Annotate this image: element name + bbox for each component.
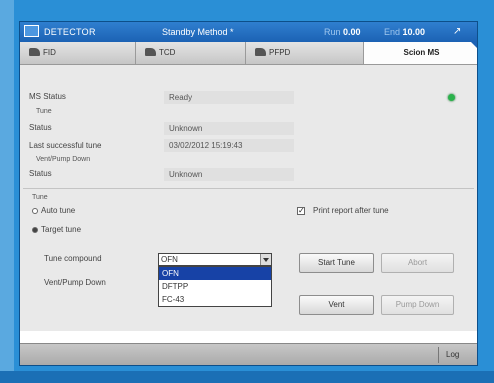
detector-window: DETECTOR Standby Method * Run 0.00 End 1… bbox=[19, 21, 478, 366]
tune-compound-dropdown: OFN DFTPP FC-43 bbox=[158, 266, 272, 307]
tune-section-label: Tune bbox=[32, 194, 48, 201]
tab-tcd[interactable]: TCD bbox=[136, 42, 246, 64]
ms-ready-indicator bbox=[448, 94, 455, 101]
app-title: DETECTOR bbox=[44, 27, 96, 37]
tab-label: PFPD bbox=[269, 48, 291, 57]
end-label: End bbox=[384, 27, 401, 37]
chevron-down-icon[interactable] bbox=[260, 254, 271, 265]
method-name: Standby Method * bbox=[162, 27, 234, 37]
detector-app-icon bbox=[24, 25, 39, 37]
status-bar: Log bbox=[20, 343, 477, 365]
tab-fid[interactable]: FID bbox=[20, 42, 136, 64]
last-tune-value: 03/02/2012 15:19:43 bbox=[164, 139, 294, 152]
section-divider bbox=[23, 188, 474, 189]
title-bar: DETECTOR Standby Method * Run 0.00 End 1… bbox=[20, 22, 477, 42]
vent-status-label: Status bbox=[29, 169, 52, 178]
tune-status-label: Status bbox=[29, 123, 52, 132]
tab-label: Scion MS bbox=[403, 48, 440, 57]
tab-corner-marker bbox=[471, 42, 477, 50]
last-tune-label: Last successful tune bbox=[29, 141, 102, 150]
dropdown-option-fc43[interactable]: FC-43 bbox=[159, 293, 271, 306]
network-status-icon: ↗ bbox=[453, 26, 462, 37]
auto-tune-radio[interactable] bbox=[32, 208, 38, 214]
detector-icon bbox=[255, 48, 266, 56]
pump-down-button[interactable]: Pump Down bbox=[381, 295, 454, 315]
vent-pump-section-label: Vent/Pump Down bbox=[44, 278, 106, 287]
tune-compound-value: OFN bbox=[161, 255, 178, 264]
run-time: Run 0.00 bbox=[324, 22, 361, 42]
tab-pfpd[interactable]: PFPD bbox=[246, 42, 364, 64]
print-report-label: Print report after tune bbox=[313, 206, 389, 215]
dropdown-option-dftpp[interactable]: DFTPP bbox=[159, 280, 271, 293]
start-tune-button[interactable]: Start Tune bbox=[299, 253, 374, 273]
vent-subsection-label: Vent/Pump Down bbox=[36, 156, 91, 163]
vent-button[interactable]: Vent bbox=[299, 295, 374, 315]
tune-compound-label: Tune compound bbox=[44, 254, 102, 263]
abort-button[interactable]: Abort bbox=[381, 253, 454, 273]
auto-tune-label: Auto tune bbox=[41, 206, 76, 215]
log-button[interactable]: Log bbox=[446, 344, 459, 365]
tune-compound-select[interactable]: OFN bbox=[158, 253, 272, 266]
detector-icon bbox=[145, 48, 156, 56]
tab-label: TCD bbox=[159, 48, 176, 57]
run-label: Run bbox=[324, 27, 341, 37]
target-tune-label: Target tune bbox=[41, 225, 82, 234]
detector-tabs: FID TCD PFPD Scion MS bbox=[20, 42, 477, 65]
run-value: 0.00 bbox=[343, 27, 361, 37]
tab-label: FID bbox=[43, 48, 56, 57]
end-value: 10.00 bbox=[402, 27, 426, 37]
background-band bbox=[0, 371, 494, 383]
detector-icon bbox=[29, 48, 40, 56]
tune-status-value: Unknown bbox=[164, 122, 294, 135]
ms-status-value: Ready bbox=[164, 91, 294, 104]
print-report-checkbox[interactable]: ✓ bbox=[297, 207, 305, 215]
dropdown-option-ofn[interactable]: OFN bbox=[159, 267, 271, 280]
end-time: End 10.00 bbox=[384, 22, 425, 42]
ms-status-label: MS Status bbox=[29, 92, 66, 101]
vent-status-value: Unknown bbox=[164, 168, 294, 181]
content-bottom-area bbox=[20, 331, 477, 343]
status-separator bbox=[438, 347, 439, 363]
background-strip bbox=[0, 0, 14, 383]
target-tune-radio[interactable] bbox=[32, 227, 38, 233]
tune-subsection-label: Tune bbox=[36, 108, 52, 115]
tab-scion-ms[interactable]: Scion MS bbox=[364, 42, 477, 64]
